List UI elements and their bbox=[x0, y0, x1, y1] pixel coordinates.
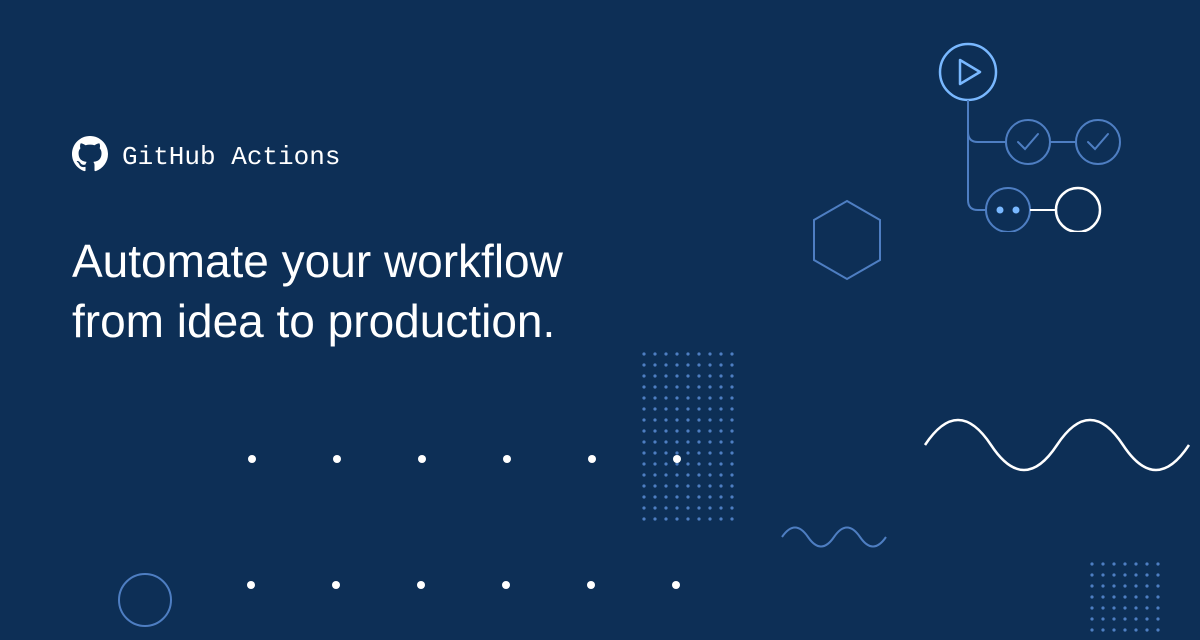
hexagon-icon bbox=[808, 195, 886, 285]
circle-outline-icon bbox=[105, 560, 185, 640]
wave-large-icon bbox=[920, 400, 1190, 490]
dot-row-icon bbox=[247, 454, 687, 466]
headline: Automate your workflow from idea to prod… bbox=[72, 232, 563, 352]
dot-row-bottom-icon bbox=[246, 580, 696, 592]
workflow-diagram-icon bbox=[918, 32, 1168, 232]
dot-grid-icon bbox=[640, 350, 736, 526]
github-logo-icon bbox=[72, 136, 108, 177]
header: GitHub Actions bbox=[72, 136, 340, 177]
wave-small-icon bbox=[778, 516, 888, 558]
dot-grid-small-icon bbox=[1088, 560, 1162, 634]
product-name: GitHub Actions bbox=[122, 142, 340, 172]
